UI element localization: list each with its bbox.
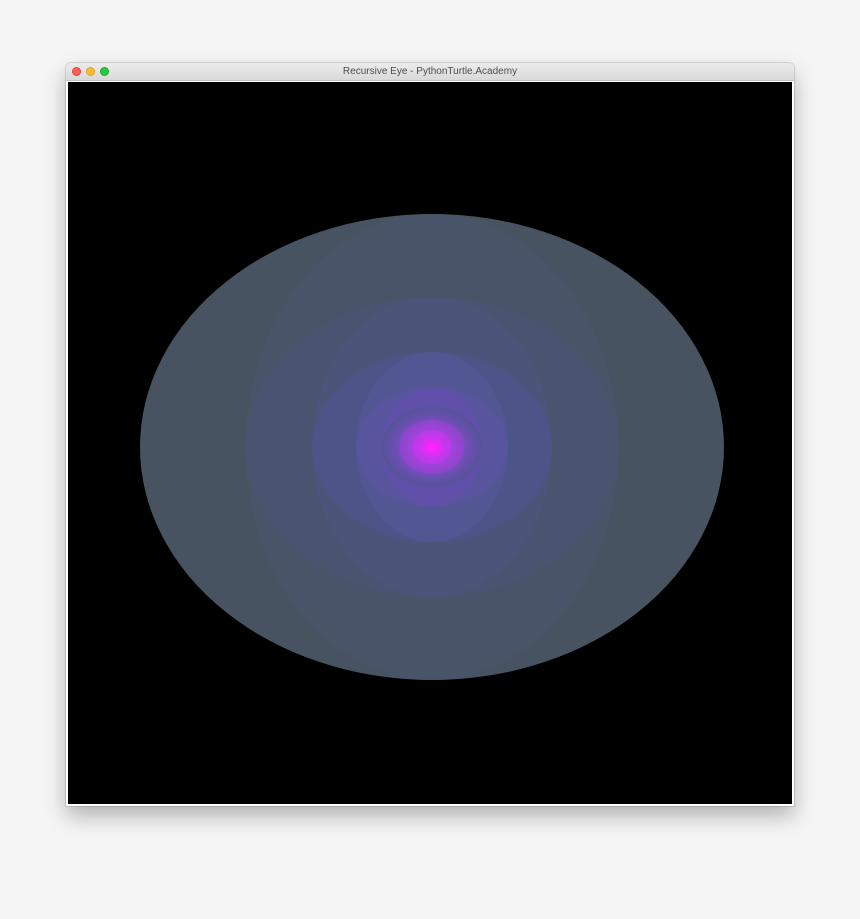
turtle-canvas[interactable] — [68, 82, 792, 804]
eye-drawing — [140, 214, 724, 680]
center-dot — [427, 442, 437, 452]
window-title: Recursive Eye - PythonTurtle.Academy — [342, 66, 518, 77]
title-bar[interactable]: Recursive Eye - PythonTurtle.Academy — [66, 63, 794, 81]
app-window: Recursive Eye - PythonTurtle.Academy — [66, 63, 794, 806]
